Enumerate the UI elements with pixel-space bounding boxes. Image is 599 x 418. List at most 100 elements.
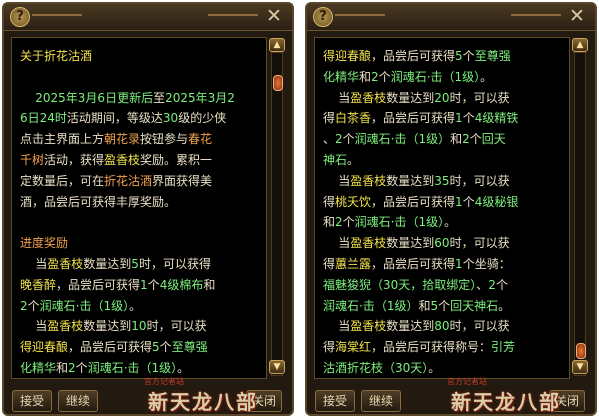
text-segment: 、: [476, 277, 489, 292]
text-segment: 当: [20, 256, 48, 271]
text-segment: 5: [430, 298, 439, 313]
text-segment: 得: [323, 111, 336, 126]
title-bar[interactable]: ? ✕: [4, 4, 292, 31]
text-segment: 2025年3月6日更新后: [20, 90, 154, 105]
text-segment: 白茶香: [335, 111, 372, 126]
scrollbar-thumb[interactable]: [273, 75, 283, 91]
text-segment: 30: [162, 111, 179, 126]
title-bar[interactable]: ? ✕: [307, 4, 595, 31]
text-line: 得桃夭饮，品尝后可获得1个4级秘银: [323, 192, 565, 213]
text-segment: 数量达到: [386, 236, 435, 251]
text-segment: ，品尝后可获得: [68, 340, 153, 355]
text-segment: 。: [480, 69, 493, 84]
text-segment: 至尊强: [171, 340, 208, 355]
text-line: [20, 212, 262, 233]
text-segment: ，品尝后可获得: [56, 277, 141, 292]
scroll-up-button[interactable]: ▲: [269, 38, 285, 52]
title-ornament: [32, 14, 82, 16]
scroll-down-button[interactable]: ▼: [572, 360, 588, 374]
text-segment: 关于折花沽酒: [20, 49, 93, 63]
text-segment: 2025年3月2: [165, 90, 235, 105]
text-segment: 按钮参与: [140, 132, 189, 147]
text-segment: 6日24时: [20, 111, 67, 126]
text-segment: 当: [20, 319, 48, 334]
text-line: 定数量后，可在折花沽酒界面获得美: [20, 171, 262, 192]
text-line: 2个润魂石·击（1级）。: [20, 296, 262, 317]
text-segment: 润魂石·击（1级）: [354, 132, 451, 147]
text-segment: 引芳: [491, 340, 516, 355]
text-segment: 蕙兰露: [335, 256, 372, 271]
text-line: 千树活动，获得盈香枝奖励。累积一: [20, 150, 262, 171]
text-segment: 至: [153, 90, 166, 105]
text-segment: 润魂石·击（1级）: [39, 298, 130, 313]
text-segment: 润魂石·击（1级）: [390, 69, 481, 84]
text-segment: 个: [462, 49, 475, 63]
text-segment: 时，可以获: [449, 319, 510, 334]
text-segment: 福魅狻猊（30天，拾取绑定）: [323, 277, 477, 292]
text-segment: 个: [27, 298, 40, 313]
text-segment: 晚香醉: [20, 277, 57, 292]
text-segment: 活动期间，等级达: [66, 111, 163, 126]
watermark-logo: 官方记者站 新天龙八部: [447, 376, 559, 414]
text-segment: 沽酒折花枝（30天）: [323, 360, 429, 375]
text-line: 得海棠红，品尝后可获得称号：引芳: [323, 337, 565, 358]
text-line: 当盈香枝数量达到80时，可以获: [323, 316, 565, 337]
scrollbar-thumb[interactable]: [576, 343, 586, 359]
text-line: 2025年3月6日更新后至2025年3月2: [20, 88, 262, 109]
text-segment: 2: [462, 132, 470, 147]
text-segment: ，品尝后可获得称号：: [371, 340, 492, 355]
watermark-brand: 新天龙八部: [451, 390, 561, 414]
close-icon[interactable]: ✕: [567, 6, 587, 26]
text-segment: 4级棉布: [159, 277, 204, 292]
text-segment: 化精华: [20, 360, 57, 375]
text-segment: 春花: [188, 132, 213, 147]
text-line: [20, 67, 262, 88]
text-segment: 和: [203, 277, 216, 292]
quest-dialog-right: ? ✕ 得迎春酿，品尝后可获得5个至尊强 化精华和2个润魂石·击（1级）。 当盈香…: [305, 2, 597, 416]
text-segment: 朝花录: [104, 132, 141, 147]
text-line: 得迎春酿，品尝后可获得5个至尊强: [323, 46, 565, 67]
continue-button[interactable]: 继续: [58, 390, 98, 412]
text-segment: 。: [428, 360, 441, 375]
text-line: 晚香醉，品尝后可获得1个4级棉布和: [20, 275, 262, 296]
scrollbar-track[interactable]: [574, 52, 586, 376]
scrollbar-track[interactable]: [271, 52, 283, 376]
text-segment: 当: [323, 173, 351, 188]
text-segment: 海棠红: [335, 340, 372, 355]
text-segment: 和: [56, 360, 69, 375]
help-icon[interactable]: ?: [313, 7, 333, 27]
text-segment: 界面获得美: [152, 173, 213, 188]
text-line: 润魂石·击（1级）和5个回天神石。: [323, 296, 565, 317]
title-ornament: [208, 14, 258, 16]
text-segment: 。: [444, 215, 457, 230]
text-segment: 润魂石·击（1级）: [323, 298, 419, 313]
text-segment: 酒，品尝后可获得丰厚奖励。: [20, 194, 177, 209]
accept-button[interactable]: 接受: [315, 390, 355, 412]
text-segment: 和: [323, 215, 336, 230]
scroll-down-button[interactable]: ▼: [269, 360, 285, 374]
text-segment: 1: [140, 277, 148, 292]
text-segment: 和: [418, 298, 431, 313]
text-line: 、2个润魂石·击（1级）和2个回天: [323, 129, 565, 150]
scroll-up-button[interactable]: ▲: [572, 38, 588, 52]
watermark-logo: 官方记者站 新天龙八部: [144, 376, 256, 414]
continue-button[interactable]: 继续: [361, 390, 401, 412]
text-segment: 盈香枝: [350, 90, 387, 105]
text-segment: 数量达到: [83, 319, 132, 334]
text-segment: 、: [323, 132, 336, 147]
text-segment: 奖励。累积一: [140, 152, 213, 167]
text-segment: 进度奖励: [20, 236, 69, 251]
help-icon[interactable]: ?: [10, 7, 30, 27]
close-icon[interactable]: ✕: [264, 6, 284, 26]
accept-button[interactable]: 接受: [12, 390, 52, 412]
text-segment: ，品尝后可获得: [371, 256, 456, 271]
description-text: 得迎春酿，品尝后可获得5个至尊强 化精华和2个润魂石·击（1级）。 当盈香枝数量达…: [323, 46, 565, 378]
text-segment: 2: [68, 360, 76, 375]
text-segment: 和: [450, 132, 463, 147]
text-line: 6日24时活动期间，等级达30级的少侠: [20, 108, 262, 129]
text-segment: 时，可以获: [449, 90, 510, 105]
text-segment: 至尊强: [474, 49, 511, 63]
text-segment: 盈香枝: [350, 319, 387, 334]
text-segment: 盈香枝: [47, 319, 84, 334]
text-segment: 5: [152, 340, 160, 355]
